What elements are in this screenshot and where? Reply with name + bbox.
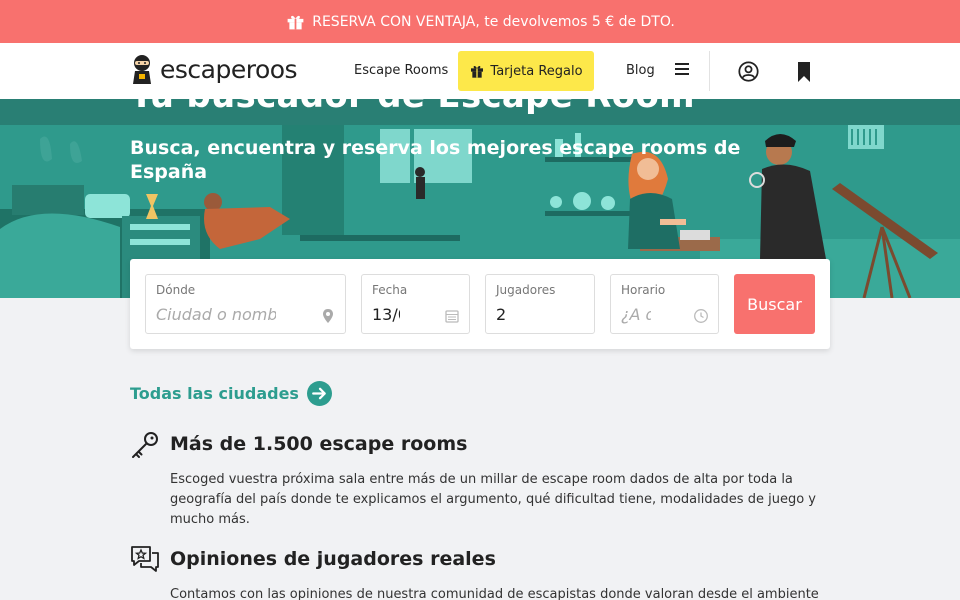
- feature-title: Opiniones de jugadores reales: [170, 548, 496, 570]
- hero-title: Tu buscador de Escape Room: [130, 99, 695, 116]
- date-field[interactable]: Fecha 13/0: [361, 274, 470, 334]
- time-label: Horario: [621, 283, 666, 297]
- players-input[interactable]: 2: [496, 305, 506, 324]
- time-field[interactable]: Horario ¿A qué hora?: [610, 274, 719, 334]
- gift-card-button[interactable]: Tarjeta Regalo: [458, 51, 594, 91]
- feature-description: Contamos con las opiniones de nuestra co…: [170, 587, 819, 600]
- calendar-icon: [445, 310, 459, 323]
- feature-title: Más de 1.500 escape rooms: [170, 433, 468, 455]
- clock-icon: [694, 309, 708, 323]
- nav-blog[interactable]: Blog: [626, 63, 655, 78]
- gift-card-label: Tarjeta Regalo: [490, 63, 583, 79]
- players-field[interactable]: Jugadores 2: [485, 274, 595, 334]
- nav-escape-rooms[interactable]: Escape Rooms: [354, 63, 448, 78]
- hamburger-menu-icon[interactable]: [674, 61, 690, 77]
- date-input[interactable]: 13/0: [372, 305, 400, 324]
- brand-logo[interactable]: escaperoos: [130, 54, 298, 84]
- nav-divider: [709, 51, 710, 91]
- brand-wordmark: escaperoos: [160, 54, 298, 84]
- arrow-right-circle-icon: [306, 381, 332, 406]
- where-label: Dónde: [156, 283, 196, 297]
- where-field[interactable]: Dónde Ciudad o nombre: [145, 274, 346, 334]
- ninja-mascot-icon: [133, 55, 151, 84]
- search-form: Dónde Ciudad o nombre Fecha 13/0 Jugador…: [130, 259, 830, 349]
- hero-subtitle: Busca, encuentra y reserva los mejores e…: [130, 137, 741, 183]
- date-label: Fecha: [372, 283, 408, 297]
- all-cities-label: Todas las ciudades: [130, 384, 299, 403]
- top-navbar: escaperoos Escape Rooms Tarjeta Regalo B…: [0, 43, 960, 99]
- review-chat-star-icon: [131, 546, 159, 572]
- feature-description: Escoged vuestra próxima sala entre más d…: [170, 472, 816, 527]
- all-cities-link[interactable]: Todas las ciudades: [130, 381, 332, 406]
- search-button[interactable]: Buscar: [734, 274, 815, 334]
- gift-icon: [471, 66, 484, 78]
- user-account-icon[interactable]: [738, 61, 759, 82]
- promo-text: RESERVA CON VENTAJA, te devolvemos 5 € d…: [312, 13, 675, 30]
- bookmark-icon[interactable]: [797, 61, 811, 83]
- players-label: Jugadores: [496, 283, 556, 297]
- location-pin-icon: [323, 309, 333, 323]
- promo-banner[interactable]: RESERVA CON VENTAJA, te devolvemos 5 € d…: [0, 0, 960, 43]
- gift-icon: [287, 15, 304, 30]
- time-input[interactable]: ¿A qué hora?: [621, 305, 651, 324]
- where-input[interactable]: Ciudad o nombre: [156, 305, 276, 324]
- key-icon: [132, 432, 158, 458]
